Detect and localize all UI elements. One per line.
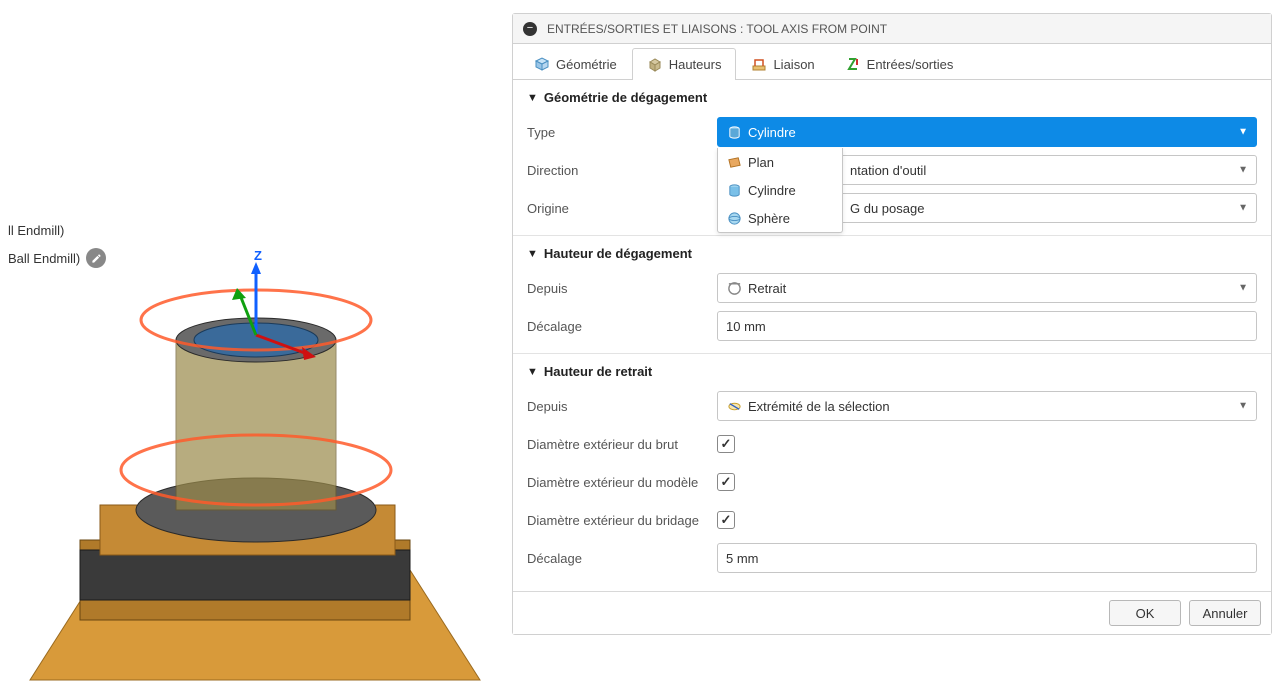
ok-button[interactable]: OK [1109,600,1181,626]
io-icon [845,56,861,72]
dialog-panel: − ENTRÉES/SORTIES ET LIAISONS : TOOL AXI… [512,13,1272,635]
field-label: Décalage [527,319,717,334]
caret-down-icon: ▼ [527,366,538,378]
fixture-od-checkbox[interactable] [717,511,735,529]
retract-icon [726,280,742,296]
panel-footer: OK Annuler [513,591,1271,634]
select-value: Retrait [748,281,786,296]
tab-label: Liaison [773,57,814,72]
section-clearance-height: ▼ Hauteur de dégagement Depuis Retrait ▼… [513,235,1271,353]
tree-item-label: ll Endmill) [8,223,64,238]
model-illustration [0,240,510,690]
caret-down-icon: ▼ [527,248,538,260]
field-label: Origine [527,201,717,216]
model-canvas[interactable]: Z [0,240,510,690]
chevron-down-icon: ▼ [1238,283,1248,294]
chevron-down-icon: ▼ [1238,203,1248,214]
field-label: Diamètre extérieur du modèle [527,475,717,490]
panel-body: ▼ Géométrie de dégagement Type Cylindre … [513,80,1271,591]
offset-input[interactable] [717,311,1257,341]
dropdown-option-sphere[interactable]: Sphère [718,204,842,232]
tab-label: Entrées/sorties [867,57,954,72]
tab-label: Géométrie [556,57,617,72]
heights-icon [647,56,663,72]
axis-z-label: Z [254,248,262,263]
panel-header[interactable]: − ENTRÉES/SORTIES ET LIAISONS : TOOL AXI… [513,14,1271,44]
chevron-down-icon: ▼ [1238,127,1248,138]
select-value: G du posage [850,201,924,216]
field-label: Depuis [527,399,717,414]
from-select[interactable]: Retrait ▼ [717,273,1257,303]
field-label: Direction [527,163,717,178]
tab-geometry[interactable]: Géométrie [519,48,632,79]
dropdown-option-cylindre[interactable]: Cylindre [718,176,842,204]
panel-title: ENTRÉES/SORTIES ET LIAISONS : TOOL AXIS … [547,22,887,36]
tab-io[interactable]: Entrées/sorties [830,48,969,79]
geometry-icon [534,56,550,72]
model-od-checkbox[interactable] [717,473,735,491]
field-label: Type [527,125,717,140]
type-select[interactable]: Cylindre ▼ [717,117,1257,147]
tab-label: Hauteurs [669,57,722,72]
dropdown-option-plan[interactable]: Plan [718,148,842,176]
section-header[interactable]: ▼ Hauteur de dégagement [527,246,1257,261]
type-dropdown: Plan Cylindre Sphère [717,148,843,233]
section-title-text: Hauteur de dégagement [544,246,692,261]
section-title-text: Hauteur de retrait [544,364,652,379]
select-value: ntation d'outil [850,163,926,178]
cancel-button[interactable]: Annuler [1189,600,1261,626]
option-label: Sphère [748,211,790,226]
collapse-icon[interactable]: − [523,22,537,36]
viewport-3d[interactable]: ll Endmill) Ball Endmill) Z [0,0,510,690]
cylinder-icon [726,182,742,198]
chevron-down-icon: ▼ [1238,401,1248,412]
section-title-text: Géométrie de dégagement [544,90,707,105]
field-label: Diamètre extérieur du brut [527,437,717,452]
field-label: Décalage [527,551,717,566]
section-header[interactable]: ▼ Hauteur de retrait [527,364,1257,379]
field-label: Diamètre extérieur du bridage [527,513,717,528]
chevron-down-icon: ▼ [1238,165,1248,176]
selection-icon [726,398,742,414]
option-label: Plan [748,155,774,170]
offset-input[interactable] [717,543,1257,573]
section-retract-height: ▼ Hauteur de retrait Depuis Extrémité de… [513,353,1271,585]
plane-icon [726,154,742,170]
select-value: Cylindre [748,125,796,140]
stock-od-checkbox[interactable] [717,435,735,453]
tab-link[interactable]: Liaison [736,48,829,79]
sphere-icon [726,210,742,226]
from-select[interactable]: Extrémité de la sélection ▼ [717,391,1257,421]
section-clearance-geometry: ▼ Géométrie de dégagement Type Cylindre … [513,80,1271,235]
select-value: Extrémité de la sélection [748,399,890,414]
caret-down-icon: ▼ [527,92,538,104]
option-label: Cylindre [748,183,796,198]
field-label: Depuis [527,281,717,296]
tab-bar: Géométrie Hauteurs Liaison Entrées/sorti… [513,44,1271,80]
section-header[interactable]: ▼ Géométrie de dégagement [527,90,1257,105]
link-icon [751,56,767,72]
tab-heights[interactable]: Hauteurs [632,48,737,79]
cylinder-icon [726,124,742,140]
